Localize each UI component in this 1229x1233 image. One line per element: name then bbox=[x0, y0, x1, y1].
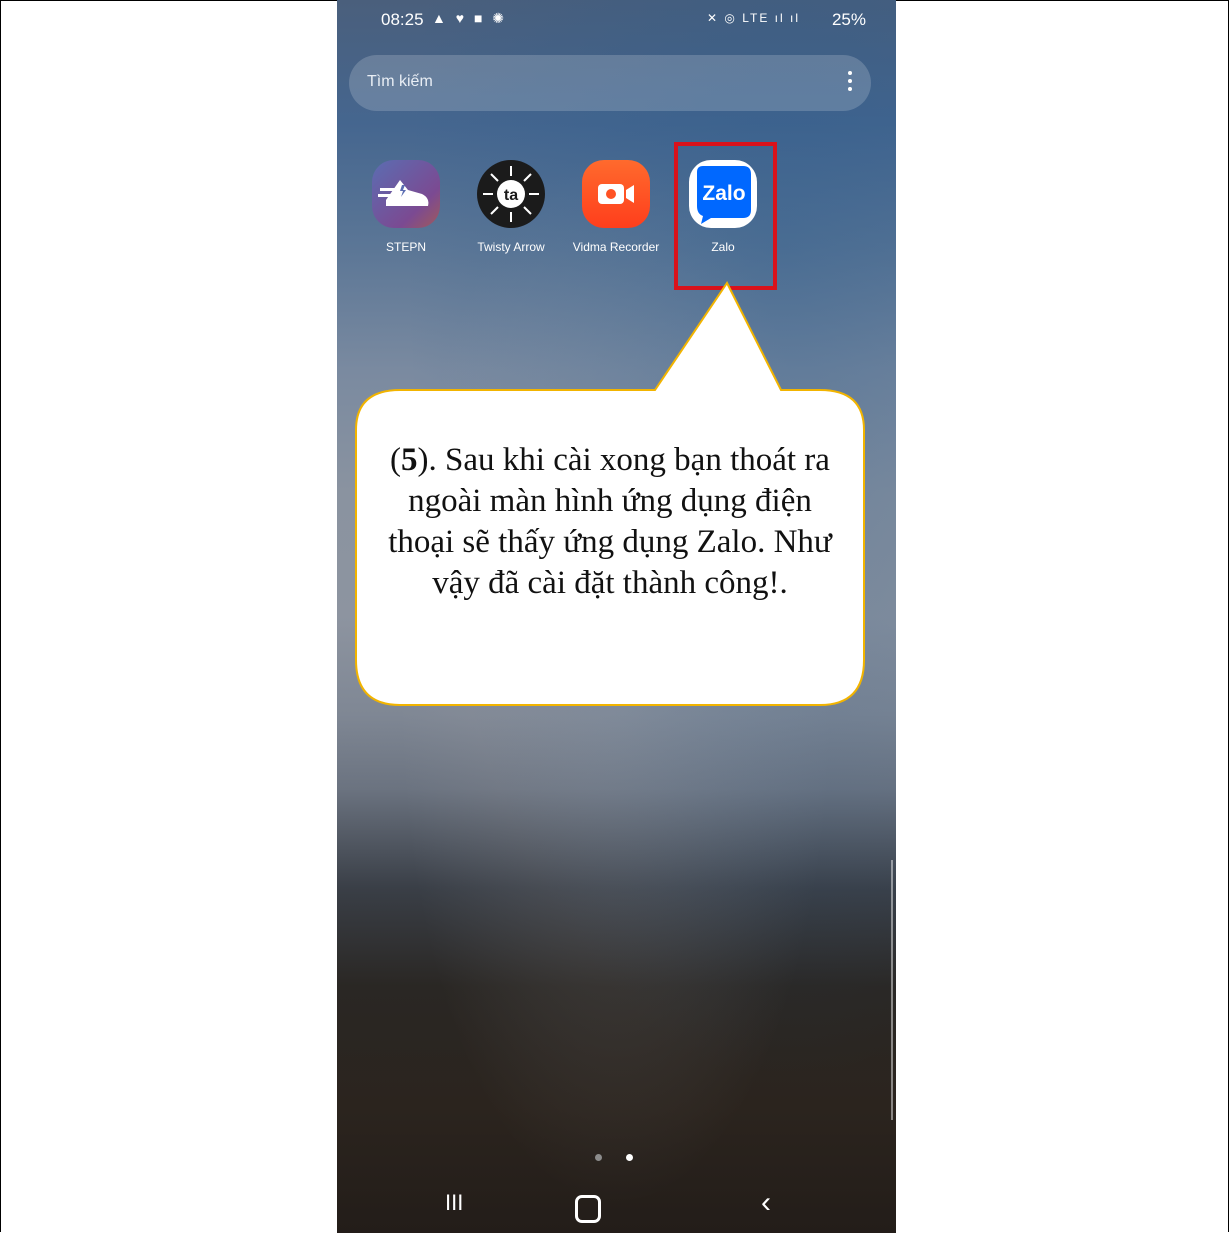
twisty-arrow-icon[interactable]: ta bbox=[477, 160, 545, 228]
recents-button[interactable]: III bbox=[445, 1190, 463, 1216]
notification-icons: ▲ ♥ ■ ✺ bbox=[432, 10, 508, 26]
app-label: Twisty Arrow bbox=[477, 240, 545, 254]
signal-icons: ✕ ◎ LTE ıl ıl bbox=[707, 11, 800, 25]
more-options-icon[interactable] bbox=[847, 71, 853, 95]
app-label: Vidma Recorder bbox=[572, 240, 660, 254]
navigation-bar: III ‹ bbox=[337, 1186, 896, 1233]
status-time: 08:25 bbox=[381, 10, 424, 29]
search-input[interactable]: Tìm kiếm bbox=[367, 73, 433, 91]
status-bar: 08:25 ▲ ♥ ■ ✺ ✕ ◎ LTE ıl ıl 25% bbox=[337, 0, 896, 36]
battery-level: 25% bbox=[831, 10, 866, 29]
scroll-indicator bbox=[891, 860, 896, 1120]
app-stepn[interactable]: STEPN bbox=[351, 160, 461, 254]
phone-screenshot: 08:25 ▲ ♥ ■ ✺ ✕ ◎ LTE ıl ıl 25% Tìm kiếm… bbox=[337, 0, 896, 1233]
callout-body: ). Sau khi cài xong bạn thoát ra ngoài m… bbox=[388, 442, 832, 601]
vidma-recorder-icon[interactable] bbox=[582, 160, 650, 228]
stepn-icon[interactable] bbox=[372, 160, 440, 228]
page-dot-active[interactable] bbox=[626, 1154, 634, 1161]
page-indicator bbox=[595, 1148, 653, 1166]
back-button[interactable]: ‹ bbox=[761, 1186, 771, 1220]
app-twisty-arrow[interactable]: ta Twisty Arrow bbox=[456, 160, 566, 254]
search-bar[interactable]: Tìm kiếm bbox=[349, 55, 871, 111]
twisty-glyph: ta bbox=[504, 187, 518, 204]
zalo-highlight-box bbox=[674, 142, 777, 290]
home-button[interactable] bbox=[575, 1195, 601, 1223]
callout-text: (5). Sau khi cài xong bạn thoát ra ngoài… bbox=[388, 442, 832, 601]
page-dot[interactable] bbox=[595, 1154, 602, 1161]
app-vidma-recorder[interactable]: Vidma Recorder bbox=[561, 160, 671, 254]
step-number: 5 bbox=[401, 442, 418, 478]
app-label: STEPN bbox=[385, 240, 426, 254]
